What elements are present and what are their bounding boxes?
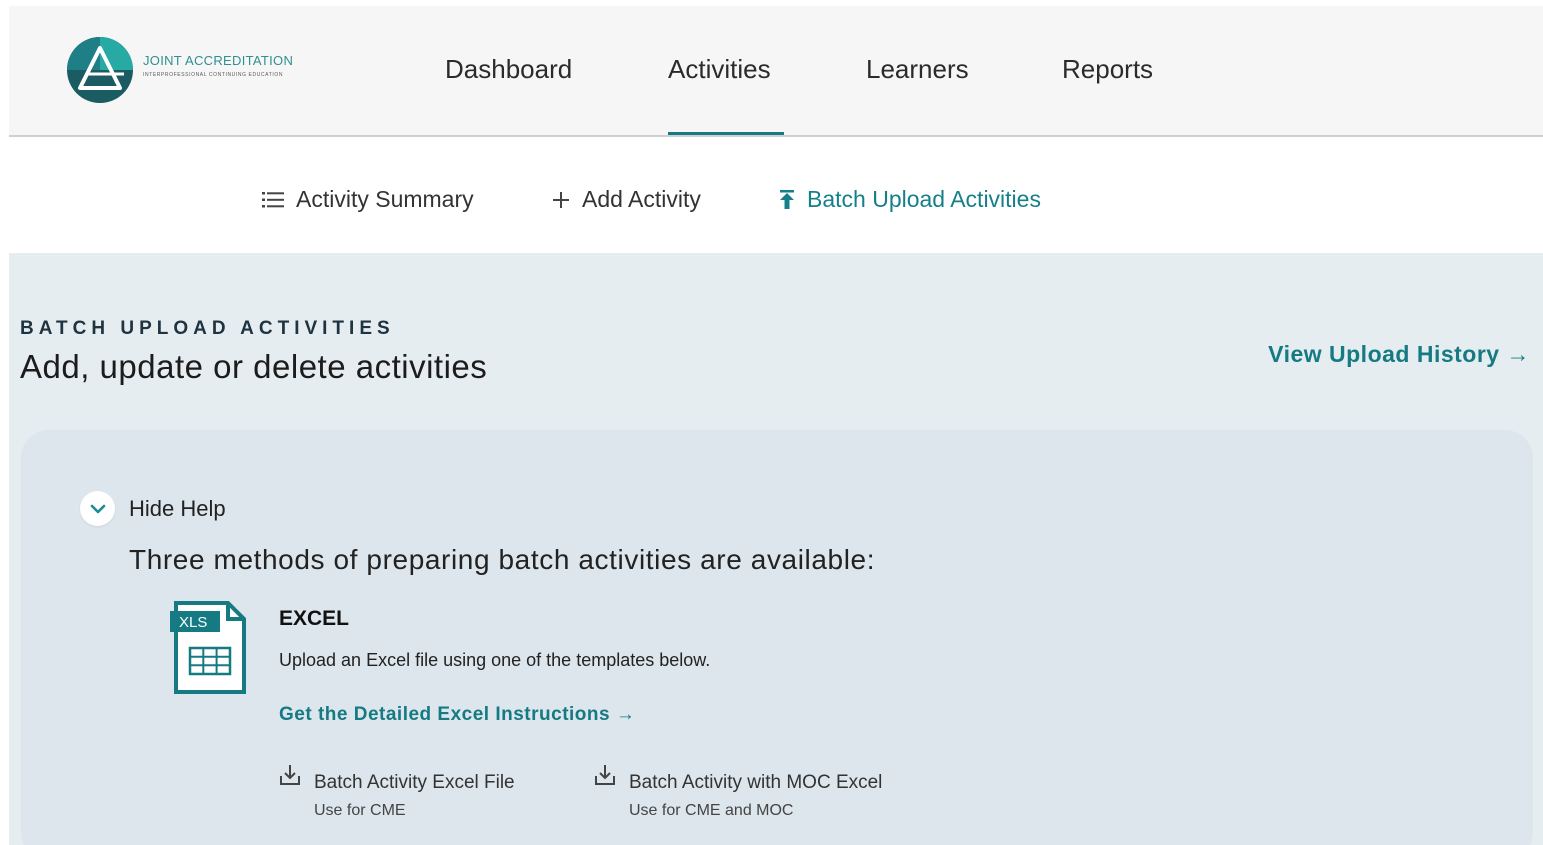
download-title: Batch Activity Excel File bbox=[314, 772, 515, 793]
page-title: Add, update or delete activities bbox=[20, 348, 488, 385]
logo-wordmark: JOINT ACCREDITATION bbox=[143, 53, 294, 68]
download-subtitle: Use for CME and MOC bbox=[629, 802, 794, 819]
excel-instructions-link[interactable]: Get the Detailed Excel Instructions → bbox=[279, 704, 635, 726]
xls-badge: XLS bbox=[179, 614, 207, 631]
sub-nav: Activity Summary Add Activity Batch Uplo… bbox=[9, 137, 1543, 253]
chevron-down-icon bbox=[80, 491, 115, 526]
subnav-add-activity[interactable]: Add Activity bbox=[552, 186, 701, 213]
page-eyebrow: BATCH UPLOAD ACTIVITIES bbox=[20, 318, 395, 339]
nav-dashboard[interactable]: Dashboard bbox=[445, 54, 572, 85]
subnav-batch-upload-label: Batch Upload Activities bbox=[807, 186, 1041, 212]
download-icon bbox=[595, 765, 615, 785]
nav-reports[interactable]: Reports bbox=[1062, 54, 1153, 85]
subnav-batch-upload[interactable]: Batch Upload Activities bbox=[779, 186, 1041, 213]
excel-method-title: EXCEL bbox=[279, 607, 350, 630]
help-card: Hide Help Three methods of preparing bat… bbox=[21, 430, 1533, 845]
excel-method-description: Upload an Excel file using one of the te… bbox=[279, 650, 711, 670]
xls-file-icon: XLS bbox=[170, 601, 246, 694]
logo-tagline: INTERPROFESSIONAL CONTINUING EDUCATION bbox=[143, 72, 284, 78]
nav-learners[interactable]: Learners bbox=[866, 54, 969, 85]
nav-activities[interactable]: Activities bbox=[668, 54, 771, 85]
top-nav-bar: JOINT ACCREDITATION INTERPROFESSIONAL CO… bbox=[9, 6, 1543, 137]
app-frame: JOINT ACCREDITATION INTERPROFESSIONAL CO… bbox=[9, 6, 1543, 845]
active-nav-indicator bbox=[668, 132, 784, 135]
download-title: Batch Activity with MOC Excel bbox=[629, 772, 883, 793]
logo[interactable]: JOINT ACCREDITATION INTERPROFESSIONAL CO… bbox=[66, 36, 326, 106]
logo-mark-icon bbox=[67, 37, 133, 103]
main-content: BATCH UPLOAD ACTIVITIES Add, update or d… bbox=[9, 253, 1543, 845]
subnav-activity-summary[interactable]: Activity Summary bbox=[262, 186, 474, 213]
hide-help-toggle[interactable]: Hide Help bbox=[80, 491, 226, 526]
hide-help-label: Hide Help bbox=[129, 495, 226, 521]
plus-icon bbox=[553, 191, 569, 208]
upload-icon bbox=[780, 189, 794, 209]
view-upload-history-link[interactable]: View Upload History → bbox=[1268, 341, 1530, 368]
subnav-add-activity-label: Add Activity bbox=[582, 186, 701, 212]
methods-heading: Three methods of preparing batch activit… bbox=[129, 544, 876, 575]
download-subtitle: Use for CME bbox=[314, 802, 406, 819]
download-icon bbox=[280, 765, 300, 785]
list-icon bbox=[262, 191, 284, 207]
subnav-activity-summary-label: Activity Summary bbox=[296, 186, 474, 212]
